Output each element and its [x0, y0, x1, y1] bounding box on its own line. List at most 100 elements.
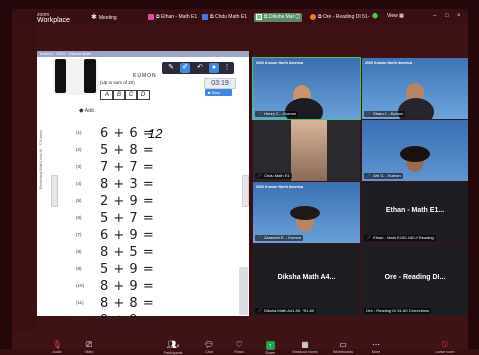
more-dots-icon: ⋯	[372, 340, 380, 349]
problem-number: (10)	[76, 283, 85, 288]
more-tools-icon[interactable]: ⋮	[222, 63, 232, 73]
participant-name: 🎤︎ Sharo I. - Kumon	[364, 111, 406, 117]
tab-color-icon	[202, 13, 208, 20]
screen: zoom Workplace ✱ Meeting ⧉ Ethan - Math E…	[0, 0, 479, 355]
video-tile-ore[interactable]: Ore - Reading DI... Ore - Reading DI 51-…	[362, 244, 468, 316]
annotation-toolbar: ✎ ✐ ↶ ● ⋮	[162, 62, 234, 74]
more-button[interactable]: ⋯ More	[361, 340, 391, 355]
problem-number: (7)	[76, 232, 82, 237]
tab-color-icon	[310, 13, 316, 20]
problem-expression: 7 + 7 =	[100, 160, 155, 175]
muted-mic-icon: 🎤︎	[257, 173, 263, 178]
zoom-logo: zoom Workplace	[37, 12, 70, 24]
problem-number: (5)	[76, 198, 82, 203]
problem-expression: 8 + 9 =	[100, 279, 155, 294]
audio-label: Audio	[52, 350, 62, 354]
tab-chdu[interactable]: ⧉ Chdu Math E1	[200, 13, 249, 22]
leave-icon: ⎋	[441, 340, 449, 349]
meeting-icon: ✱	[91, 14, 97, 21]
stop-button[interactable]: ■ Stop	[205, 89, 232, 96]
maximize-icon[interactable]: □	[445, 13, 449, 19]
share-button[interactable]: ↑ Share	[255, 341, 285, 355]
problem-expression: 6 + 9 =	[100, 228, 155, 243]
audio-button[interactable]: 🎙︎ Audio	[42, 340, 72, 355]
participants-button[interactable]: 👥︎8 Participants	[158, 341, 188, 355]
meeting-label: Meeting	[98, 15, 117, 21]
color-dot-icon[interactable]: ●	[209, 63, 219, 73]
add-label: Add.	[84, 108, 96, 114]
grade-d: D	[136, 90, 150, 100]
security-shield-icon[interactable]: ⬢	[372, 12, 378, 20]
tab-ethan[interactable]: ⧉ Ethan - Math E1	[146, 13, 199, 22]
photo-dark-right	[84, 59, 96, 93]
problem-number: (3)	[76, 164, 82, 169]
zoom-window: zoom Workplace ✱ Meeting ⧉ Ethan - Math E…	[12, 9, 468, 355]
chat-button[interactable]: 💬︎ Chat	[194, 340, 224, 355]
whiteboard-icon: ▭	[339, 340, 347, 349]
name-text: Henry C. - Kumon	[264, 111, 297, 116]
student-photo	[53, 59, 98, 95]
name-text: Arti G. - Kumon	[373, 173, 401, 178]
camera-icon: ⎚	[85, 340, 93, 349]
video-button[interactable]: ⎚ Video	[74, 340, 104, 355]
hair	[290, 206, 320, 220]
share-label: Share	[265, 351, 275, 355]
close-up-face	[291, 120, 327, 181]
pen-icon[interactable]: ✎	[166, 63, 176, 73]
bullet-icon: ◆	[79, 108, 84, 114]
muted-mic-icon: 🎤︎	[366, 111, 372, 116]
breakout-grid-icon: ▦	[301, 340, 309, 349]
kumon-logo: KUMON	[133, 73, 157, 79]
breakout-label: Breakout rooms	[292, 350, 318, 354]
undo-icon[interactable]: ↶	[195, 63, 205, 73]
minimize-icon[interactable]: –	[433, 13, 436, 19]
participant-name: 🎤︎ Henry C. - Kumon	[255, 111, 299, 117]
meeting-menu[interactable]: ✱ Meeting	[91, 13, 117, 21]
close-icon[interactable]: ×	[457, 13, 461, 19]
tab-label: Ethan - Math E1	[160, 14, 198, 20]
page-next-handle[interactable]	[242, 175, 249, 207]
breakout-rooms-button[interactable]: ▦ Breakout rooms	[290, 340, 320, 355]
whiteboards-button[interactable]: ▭ Whiteboards	[328, 340, 358, 355]
more-label: More	[371, 350, 381, 354]
video-tile-henry[interactable]: 2020 Kumon North America 🎤︎ Henry C. - Ku…	[252, 57, 361, 120]
problem-number: (8)	[76, 249, 82, 254]
video-tile-sharo[interactable]: 2020 Kumon North America 🎤︎ Sharo I. - Ku…	[362, 58, 468, 119]
video-tile-chdu[interactable]: 🎤︎ Chdu Math E1	[253, 120, 360, 181]
view-button[interactable]: View ▦	[387, 13, 404, 19]
tab-diksha[interactable]: ⧉ Diksha Mat ◯	[254, 13, 303, 22]
participants-count: 8	[176, 343, 180, 348]
video-tile-zaranidh[interactable]: 2020 Kumon North America 🎤︎ Zaranidh E. -…	[253, 182, 360, 243]
whiteboards-label: Whiteboards	[332, 350, 354, 354]
muted-mic-icon: 🎤︎	[257, 308, 263, 313]
video-tile-ethan[interactable]: Ethan - Math E1... 🎤︎ Ethan - Math E150-1…	[362, 182, 468, 243]
participant-name: 🎤︎ Diksha Math A41-50, *51-60	[255, 308, 317, 314]
leave-room-button[interactable]: ⎋ Leave room	[430, 340, 460, 355]
tab-label: Chdu Math E1	[214, 14, 247, 20]
side-panel-tab[interactable]	[239, 267, 248, 315]
brand-bottom: Workplace	[37, 17, 70, 24]
chat-icon: 💬︎	[203, 340, 215, 349]
video-tile-diksha[interactable]: Diksha Math A4... 🎤︎ Diksha Math A41-50, …	[253, 244, 360, 316]
video-label: Video	[84, 350, 94, 354]
problem-answer[interactable]: 12	[148, 126, 162, 141]
stop-label: Stop	[211, 90, 220, 95]
problem-number: (4)	[76, 181, 82, 186]
name-text: Zaranidh E. - Kumon	[264, 235, 301, 240]
participants-label: Participants	[163, 351, 183, 355]
tab-ore[interactable]: ⧉ Ore - Reading DI 51-	[308, 13, 371, 22]
org-label: 2020 Kumon North America	[256, 61, 303, 65]
tab-label: Ore - Reading DI 51-	[322, 14, 370, 20]
video-tile-arti[interactable]: 🎤︎ Arti G. - Kumon	[362, 120, 468, 181]
name-text: Ore - Reading DI 51-60 Corrections	[366, 308, 430, 313]
mic-muted-icon: 🎙︎	[51, 340, 63, 349]
problem-expression: 6 + 6 =	[100, 126, 155, 141]
photo-dark-left	[55, 59, 66, 93]
react-button[interactable]: ♡ React	[224, 341, 254, 355]
participant-name: 🎤︎ Chdu Math E1	[255, 173, 292, 179]
highlighter-icon[interactable]: ✐	[180, 63, 190, 73]
problem-number: (11)	[76, 300, 84, 305]
page-prev-handle[interactable]	[51, 175, 58, 207]
meeting-toolbar: 🎙︎ Audio ⎚ Video 👥︎8 Participants 💬︎ Chat ♡ R…	[12, 331, 468, 355]
name-text: Sharo I. - Kumon	[373, 111, 404, 116]
